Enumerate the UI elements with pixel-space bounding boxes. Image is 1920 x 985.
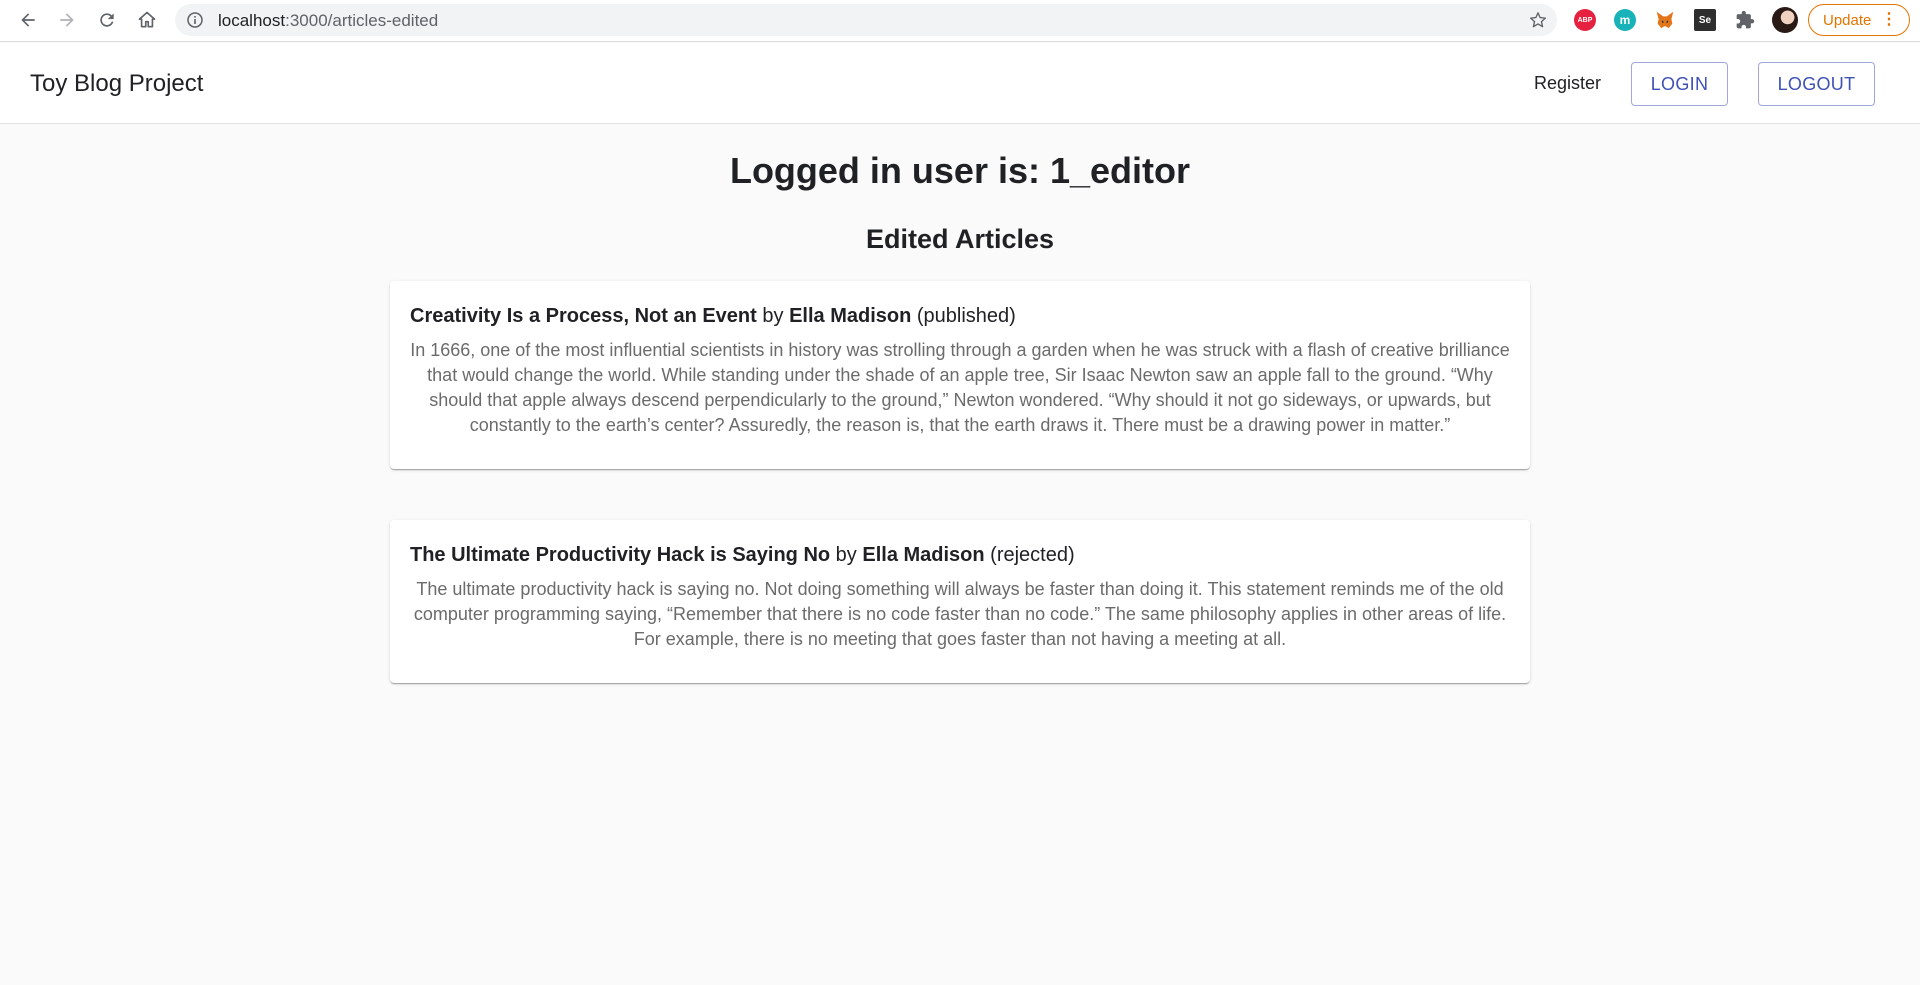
url-text[interactable]: localhost:3000/articles-edited: [218, 11, 438, 31]
article-card: Creativity Is a Process, Not an Event by…: [390, 281, 1530, 469]
register-link[interactable]: Register: [1534, 73, 1601, 94]
url-path: :3000/articles-edited: [285, 11, 439, 30]
login-button[interactable]: LOGIN: [1631, 62, 1728, 106]
profile-avatar[interactable]: [1772, 7, 1798, 33]
article-heading: Creativity Is a Process, Not an Event by…: [410, 303, 1510, 329]
metamask-fox-icon[interactable]: [1654, 9, 1676, 31]
puzzle-icon: [1736, 10, 1755, 29]
selenium-extension-icon[interactable]: Se: [1694, 9, 1716, 31]
forward-arrow-icon: [60, 13, 74, 27]
update-label: Update: [1823, 11, 1872, 29]
app-header: Toy Blog Project Register LOGIN LOGOUT: [0, 43, 1920, 124]
forward-button[interactable]: [53, 6, 81, 34]
reload-icon: [100, 13, 114, 27]
article-by: by: [835, 544, 857, 566]
update-button[interactable]: Update ⋮: [1808, 4, 1910, 36]
article-by: by: [762, 305, 784, 327]
adblock-label: ABP: [1577, 16, 1593, 24]
adblock-extension-icon[interactable]: ABP: [1574, 9, 1596, 31]
m-extension-icon[interactable]: m: [1614, 9, 1636, 31]
back-button[interactable]: [14, 6, 42, 34]
home-button[interactable]: [133, 6, 161, 34]
article-status: (rejected): [990, 544, 1075, 566]
article-title[interactable]: Creativity Is a Process, Not an Event: [410, 305, 757, 327]
section-title: Edited Articles: [865, 224, 1055, 254]
extensions-puzzle-icon[interactable]: [1734, 9, 1756, 31]
logged-user-heading: Logged in user is: 1_editor: [729, 150, 1191, 191]
fox-icon: [1656, 11, 1674, 29]
url-host: localhost: [218, 11, 286, 30]
info-icon[interactable]: [187, 12, 203, 28]
address-bar[interactable]: localhost:3000/articles-edited: [175, 4, 1557, 36]
home-icon: [138, 11, 156, 28]
browser-toolbar: localhost:3000/articles-edited ABP m Se …: [0, 0, 1920, 42]
article-card: The Ultimate Productivity Hack is Saying…: [390, 520, 1530, 683]
more-vert-icon: ⋮: [1881, 11, 1897, 28]
article-body: In 1666, one of the most influential sci…: [410, 340, 1510, 435]
article-title[interactable]: The Ultimate Productivity Hack is Saying…: [410, 544, 830, 566]
article-body: The ultimate productivity hack is saying…: [413, 579, 1507, 649]
article-author: Ella Madison: [862, 544, 985, 566]
article-status: (published): [916, 305, 1016, 327]
article-author: Ella Madison: [789, 305, 912, 327]
back-arrow-icon: [21, 13, 35, 27]
se-extension-label: Se: [1698, 14, 1712, 26]
m-extension-label: m: [1619, 13, 1631, 27]
bookmark-star-icon[interactable]: [1529, 11, 1547, 29]
reload-button[interactable]: [93, 6, 121, 34]
logout-button[interactable]: LOGOUT: [1758, 62, 1875, 106]
brand-title[interactable]: Toy Blog Project: [30, 70, 203, 98]
article-heading: The Ultimate Productivity Hack is Saying…: [410, 542, 1510, 568]
